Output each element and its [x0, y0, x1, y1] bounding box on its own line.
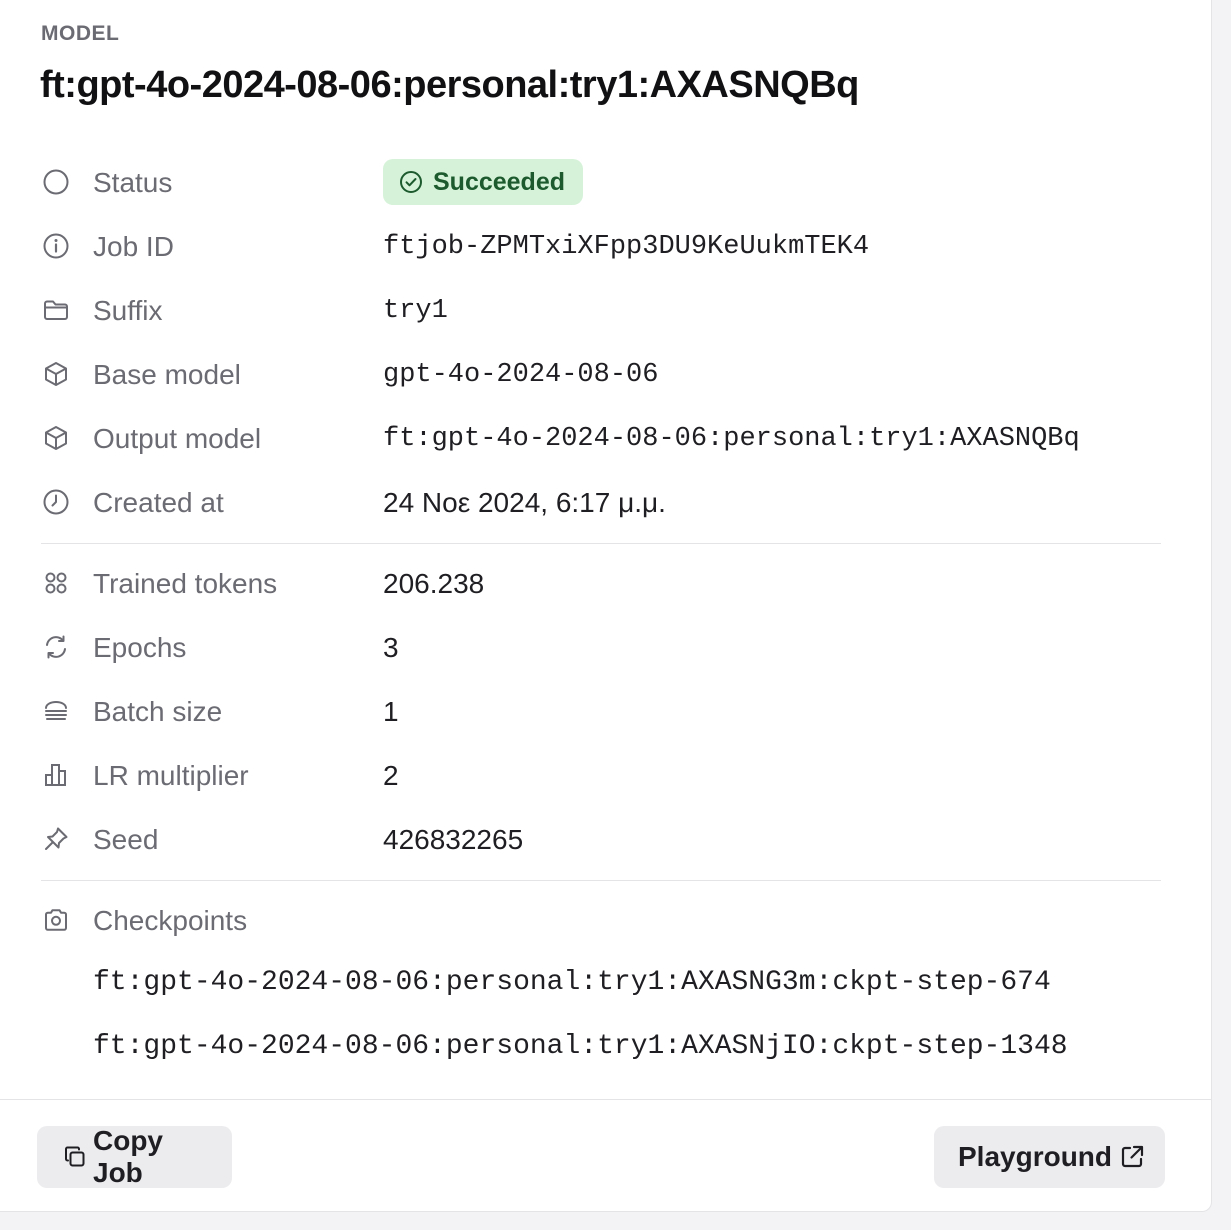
divider: [41, 880, 1161, 881]
details-list: Status Succeeded Job ID ftjob-ZPMTxiXFpp…: [0, 151, 1212, 1081]
pin-icon: [41, 824, 71, 854]
detail-row-lr-multiplier: LR multiplier 2: [0, 744, 1212, 808]
output-model-label: Output model: [93, 423, 262, 454]
checkpoint-item[interactable]: ft:gpt-4o-2024-08-06:personal:try1:AXASN…: [0, 953, 1212, 1017]
batch-size-value: 1: [383, 696, 399, 727]
detail-row-status: Status Succeeded: [0, 151, 1212, 215]
detail-row-seed: Seed 426832265: [0, 808, 1212, 872]
epochs-label: Epochs: [93, 632, 187, 663]
detail-row-output-model: Output model ft:gpt-4o-2024-08-06:person…: [0, 407, 1212, 471]
epochs-value: 3: [383, 632, 399, 663]
status-label: Status: [93, 167, 173, 198]
detail-row-trained-tokens: Trained tokens 206.238: [0, 552, 1212, 616]
copy-job-label: Copy Job: [93, 1125, 163, 1188]
base-model-label: Base model: [93, 359, 241, 390]
seed-label: Seed: [93, 824, 159, 855]
status-value: Succeeded: [433, 167, 566, 196]
panel-footer: Copy Job Playground: [0, 1099, 1212, 1212]
checkpoint-item[interactable]: ft:gpt-4o-2024-08-06:personal:try1:AXASN…: [0, 1017, 1212, 1081]
detail-row-job-id: Job ID ftjob-ZPMTxiXFpp3DU9KeUukmTEK4: [0, 215, 1212, 279]
checkpoint-name[interactable]: ft:gpt-4o-2024-08-06:personal:try1:AXASN…: [93, 1031, 1068, 1062]
section-label: MODEL: [41, 22, 120, 45]
info-icon: [41, 231, 71, 261]
detail-row-created-at: Created at 24 Νοε 2024, 6:17 μ.μ.: [0, 471, 1212, 535]
job-id-label: Job ID: [93, 231, 174, 262]
detail-row-suffix: Suffix try1: [0, 279, 1212, 343]
external-link-icon: [1118, 1143, 1146, 1171]
camera-icon: [41, 905, 71, 935]
seed-value: 426832265: [383, 824, 524, 855]
bar-chart-icon: [41, 760, 71, 790]
job-details-panel: MODEL ft:gpt-4o-2024-08-06:personal:try1…: [0, 0, 1212, 1212]
model-name-title: ft:gpt-4o-2024-08-06:personal:try1:AXASN…: [40, 64, 859, 106]
lr-multiplier-value: 2: [383, 760, 399, 791]
trained-tokens-value: 206.238: [383, 568, 485, 599]
stack-icon: [41, 696, 71, 726]
detail-row-epochs: Epochs 3: [0, 616, 1212, 680]
refresh-icon: [41, 632, 71, 662]
checkpoint-name[interactable]: ft:gpt-4o-2024-08-06:personal:try1:AXASN…: [93, 967, 1051, 998]
output-model-value: ft:gpt-4o-2024-08-06:personal:try1:AXASN…: [383, 424, 1080, 454]
clock-icon: [41, 487, 71, 517]
folder-icon: [41, 295, 71, 325]
grid-dots-icon: [41, 568, 71, 598]
detail-row-batch-size: Batch size 1: [0, 680, 1212, 744]
detail-row-base-model: Base model gpt-4o-2024-08-06: [0, 343, 1212, 407]
copy-job-button[interactable]: Copy Job: [37, 1125, 232, 1188]
cube-icon: [41, 423, 71, 453]
circle-icon: [41, 167, 71, 197]
batch-size-label: Batch size: [93, 696, 223, 727]
job-id-value: ftjob-ZPMTxiXFpp3DU9KeUukmTEK4: [383, 232, 870, 262]
copy-icon: [63, 1145, 87, 1169]
suffix-label: Suffix: [93, 295, 163, 326]
created-at-value: 24 Νοε 2024, 6:17 μ.μ.: [383, 487, 666, 518]
checkpoints-header: Checkpoints: [0, 889, 1212, 953]
playground-label: Playground: [958, 1141, 1113, 1172]
created-at-label: Created at: [93, 487, 224, 518]
trained-tokens-label: Trained tokens: [93, 568, 278, 599]
base-model-value: gpt-4o-2024-08-06: [383, 360, 659, 390]
check-circle-icon: [399, 170, 423, 194]
playground-button[interactable]: Playground: [934, 1126, 1165, 1188]
cube-icon: [41, 359, 71, 389]
lr-multiplier-label: LR multiplier: [93, 760, 249, 791]
suffix-value: try1: [383, 296, 448, 326]
checkpoints-label: Checkpoints: [93, 905, 248, 936]
divider: [41, 543, 1161, 544]
status-badge: Succeeded: [383, 159, 584, 205]
